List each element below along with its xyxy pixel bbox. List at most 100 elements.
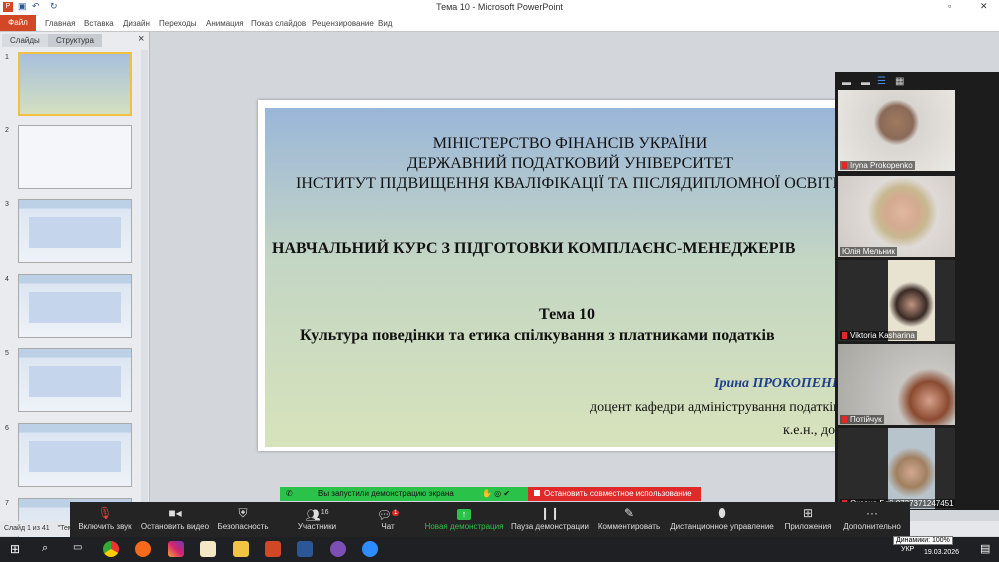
stop-video-button[interactable]: ■◂ Остановить видео [140, 502, 210, 538]
ribbon-tabs: Главная Вставка Дизайн Переходы Анимация… [0, 15, 999, 32]
strip-view-icon[interactable]: ☰ [877, 76, 886, 87]
clock-date[interactable]: 19.03.2026 [924, 549, 959, 556]
more-icon: ··· [866, 506, 878, 520]
participants-button[interactable]: 👥︎16 Участники [290, 502, 344, 538]
search-icon[interactable]: ⌕ [42, 542, 48, 555]
slide-number: 2 [5, 127, 9, 134]
tab-insert[interactable]: Вставка [84, 19, 114, 28]
pen-icon: ✎ [623, 506, 635, 520]
mouse-icon: ⬮ [718, 506, 726, 520]
mic-muted-icon [842, 162, 847, 169]
apps-icon: ⊞ [802, 506, 814, 520]
restore-icon[interactable]: ▫ [948, 1, 951, 11]
tab-transitions[interactable]: Переходы [159, 19, 197, 28]
grid-view-icon[interactable]: ▦ [895, 76, 904, 87]
slide-author: Ірина ПРОКОПЕНКО [714, 376, 840, 391]
tab-view[interactable]: Вид [378, 19, 392, 28]
slide-topic: Тема 10 [539, 306, 595, 323]
chat-button[interactable]: 💬︎ 1 Чат [370, 502, 406, 538]
zoom-video-gallery: ▬ ▬ ☰ ▦ Iryna Prokopenko Юлія Мельник Vi… [835, 72, 999, 510]
slide-thumbnail-4[interactable] [18, 274, 132, 338]
task-view-icon[interactable]: ▭ [73, 542, 82, 553]
participant-tile[interactable]: Оксана Бой 0737371247451 [838, 428, 955, 509]
slide-number: 4 [5, 276, 9, 283]
stop-sharing-button[interactable]: Остановить совместное использование [528, 487, 701, 501]
share-screen-icon: ↑ [422, 502, 506, 522]
zoom-toolbar: 🎙︎ Включить звук ■◂ Остановить видео ⛨ Безо… [70, 502, 910, 538]
slide-degree: к.е.н., доцент [783, 423, 840, 438]
window-title: Тема 10 - Microsoft PowerPoint [436, 2, 563, 12]
instagram-icon[interactable] [168, 541, 184, 557]
sharing-status-bar[interactable]: ✆ Вы запустили демонстрацию экрана ✋ ◎ ✔ [280, 487, 528, 501]
participant-tile[interactable]: Viktoria Kasharina [838, 260, 955, 341]
apps-button[interactable]: ⊞ Приложения [782, 502, 834, 538]
participant-tile[interactable]: Iryna Prokopenko [838, 90, 955, 171]
slide-course: НАВЧАЛЬНИЙ КУРС З ПІДГОТОВКИ КОМПЛАЄНС-М… [272, 240, 796, 257]
slide-counter: Слайд 1 из 41 [4, 525, 50, 532]
speaker-view-icon[interactable]: ▬ [861, 77, 870, 87]
slide-number: 1 [5, 54, 9, 61]
sharing-status-text: Вы запустили демонстрацию экрана [318, 489, 454, 498]
more-button[interactable]: ··· Дополнительно [840, 502, 904, 538]
remote-control-button[interactable]: ⬮ Дистанционное управление [668, 502, 776, 538]
new-share-button[interactable]: ↑ Новая демонстрация [422, 502, 506, 538]
shield-icon: ⛨ [238, 506, 248, 520]
pause-icon: ❙❙ [539, 506, 561, 520]
slide-thumbnail-2[interactable] [18, 125, 132, 189]
volume-tooltip: Динамики: 100% [893, 536, 953, 545]
participants-icon: 👥︎16 [305, 508, 329, 522]
app-icon[interactable] [200, 541, 216, 557]
file-explorer-icon[interactable] [233, 541, 249, 557]
slide-number: 5 [5, 350, 9, 357]
pause-share-button[interactable]: ❙❙ Пауза демонстрации [510, 502, 590, 538]
title-bar: P ▣ ↶ ↻ Тема 10 - Microsoft PowerPoint ▫… [0, 0, 999, 15]
thumbnails-scrollbar[interactable] [141, 50, 148, 520]
powerpoint-taskbar-icon[interactable] [265, 541, 281, 557]
participant-name: Юлія Мельник [840, 247, 897, 256]
video-icon: ■◂ [168, 506, 182, 520]
windows-start-icon[interactable]: ⊞ [10, 542, 20, 556]
sharing-controls-icon[interactable]: ✋ ◎ ✔ [482, 487, 510, 501]
file-tab[interactable]: Файл [0, 15, 36, 31]
notifications-icon[interactable]: ▤ [980, 542, 990, 555]
minimize-icon[interactable]: ▬ [842, 77, 851, 87]
tab-slides[interactable]: Слайды [2, 34, 48, 47]
participant-name: Viktoria Kasharina [840, 331, 917, 340]
participant-name: Потійчук [840, 415, 884, 424]
mic-muted-icon [842, 332, 847, 339]
slide-thumbnail-1[interactable] [18, 52, 132, 116]
tab-home[interactable]: Главная [45, 19, 75, 28]
annotate-button[interactable]: ✎ Комментировать [596, 502, 662, 538]
participant-tile[interactable]: Потійчук [838, 344, 955, 425]
firefox-icon[interactable] [135, 541, 151, 557]
slide-position: доцент кафедри адміністрування податків [590, 400, 840, 415]
slide-thumbnail-6[interactable] [18, 423, 132, 487]
tab-outline[interactable]: Структура [48, 34, 102, 47]
word-icon[interactable] [297, 541, 313, 557]
chrome-icon[interactable] [103, 541, 119, 557]
close-panel-icon[interactable]: × [138, 33, 144, 45]
close-window-icon[interactable]: ✕ [980, 1, 988, 12]
security-button[interactable]: ⛨ Безопасность [216, 502, 270, 538]
slide-thumbnail-5[interactable] [18, 348, 132, 412]
slide-number: 3 [5, 201, 9, 208]
tab-slideshow[interactable]: Показ слайдов [251, 19, 306, 28]
participant-name: Iryna Prokopenko [840, 161, 915, 170]
tab-review[interactable]: Рецензирование [312, 19, 374, 28]
mic-muted-icon: 🎙︎ [97, 506, 113, 520]
participant-tile[interactable]: Юлія Мельник [838, 176, 955, 257]
viber-icon[interactable] [330, 541, 346, 557]
slide[interactable]: МІНІСТЕРСТВО ФІНАНСІВ УКРАЇНИ ДЕРЖАВНИЙ … [265, 108, 840, 447]
slide-university: ДЕРЖАВНИЙ ПОДАТКОВИЙ УНІВЕРСИТЕТ [406, 155, 734, 172]
zoom-app-icon[interactable] [362, 541, 378, 557]
slide-thumbnail-3[interactable] [18, 199, 132, 263]
unmute-button[interactable]: 🎙︎ Включить звук [78, 502, 132, 538]
tab-design[interactable]: Дизайн [123, 19, 150, 28]
slides-panel: Слайды Структура × 1 2 3 4 5 6 7 [0, 32, 150, 562]
stop-icon [534, 490, 540, 496]
language-indicator[interactable]: УКР [901, 546, 914, 553]
tab-animation[interactable]: Анимация [206, 19, 244, 28]
chat-icon: 💬︎ 1 [376, 508, 400, 522]
slide-number: 6 [5, 425, 9, 432]
phone-icon: ✆ [286, 489, 293, 498]
